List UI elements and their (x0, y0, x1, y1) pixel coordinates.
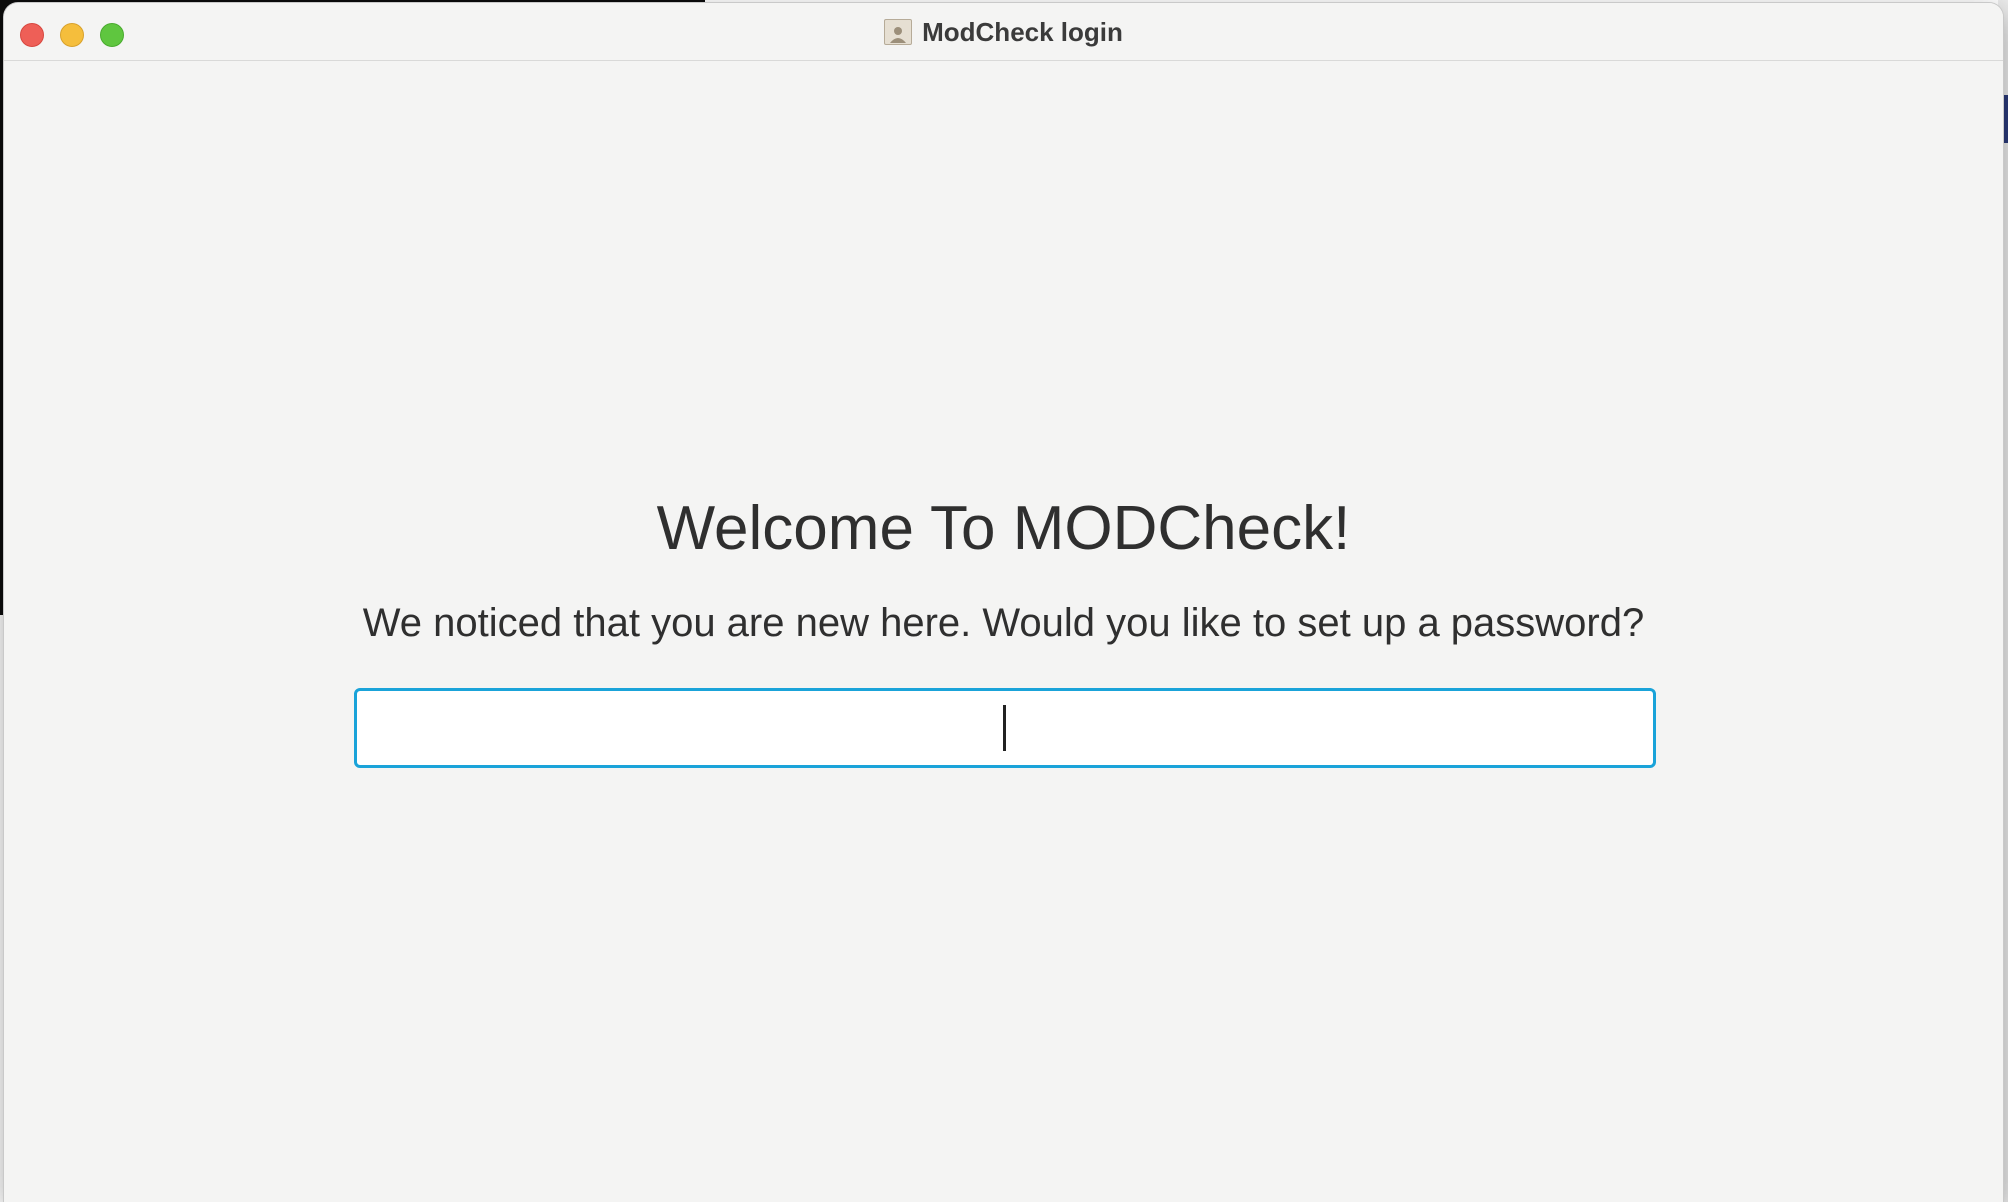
window-title: ModCheck login (922, 16, 1123, 47)
login-content: Welcome To MODCheck! We noticed that you… (4, 61, 2003, 1202)
text-cursor (1003, 705, 1006, 751)
setup-password-prompt: We noticed that you are new here. Would … (362, 601, 1645, 645)
welcome-heading: Welcome To MODCheck! (656, 494, 1351, 563)
window-title-group: ModCheck login (4, 3, 2003, 61)
title-bar[interactable]: ModCheck login (4, 3, 2003, 61)
login-window: ModCheck login Welcome To MODCheck! We n… (4, 3, 2003, 1202)
contact-book-icon (884, 19, 913, 45)
